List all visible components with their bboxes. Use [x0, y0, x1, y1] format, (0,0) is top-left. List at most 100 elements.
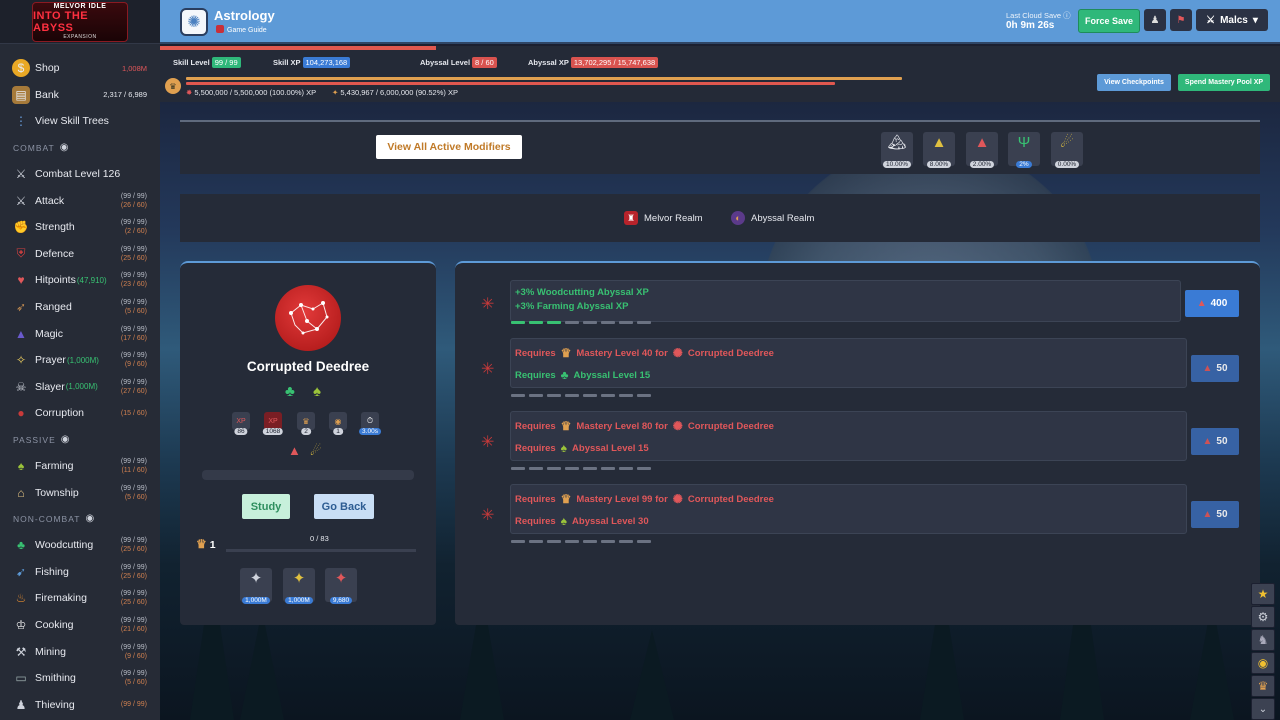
sidebar-item-label: Prayer — [35, 354, 66, 367]
game-guide-link[interactable]: Game Guide — [216, 25, 267, 34]
potion-button[interactable]: ♟ — [1144, 9, 1166, 31]
settings-button[interactable]: ⚙ — [1251, 606, 1275, 628]
trophy-icon: ♛ — [1257, 679, 1269, 693]
passive-skill-list: ♠ Farming (99 / 99) (11 / 60) ⌂ Township (99 /… — [0, 453, 160, 506]
pet-button[interactable]: ♞ — [1251, 629, 1275, 651]
view-all-modifiers-button[interactable]: View All Active Modifiers — [376, 135, 522, 159]
passive-header[interactable]: PASSIVE ◉ — [0, 427, 160, 453]
sidebar-item-corruption[interactable]: ● Corruption (15 / 60) — [0, 400, 160, 427]
sidebar-item-defence[interactable]: ⛨ Defence (99 / 99) (25 / 60) — [0, 241, 160, 268]
modifier-row: +3% Woodcutting Abyssal XP +3% Farming A… — [510, 280, 1181, 322]
constellation-star-icon: ✳ — [481, 434, 495, 451]
melvor-stardust-item[interactable]: ✦ 1,000M — [240, 568, 272, 604]
sidebar-item-strength[interactable]: ✊ Strength (99 / 99) (2 / 60) — [0, 214, 160, 241]
sidebar-item-combat[interactable]: ⚔ Combat Level 126 — [0, 161, 160, 188]
help-icon[interactable]: ⓘ — [1063, 11, 1071, 20]
eye-icon[interactable]: ◉ — [85, 513, 95, 524]
favourites-button[interactable]: ★ — [1251, 583, 1275, 605]
heart-icon: ♥ — [17, 273, 25, 288]
sprout-icon: ♠ — [17, 459, 25, 474]
sidebar-item-attack[interactable]: ⚔ Attack (99 / 99) (26 / 60) — [0, 187, 160, 214]
stopwatch-icon: ⏱ — [366, 416, 374, 425]
collapse-button[interactable]: ⌄ — [1251, 698, 1275, 720]
spend-mastery-button[interactable]: Spend Mastery Pool XP — [1178, 74, 1270, 91]
sidebar-item-skill-trees[interactable]: ⋮ View Skill Trees — [0, 108, 160, 135]
noncombat-skill-list: ♣ Woodcutting (99 / 99) (25 / 60) ➹ Fishing (9… — [0, 532, 160, 718]
sidebar-item-label: Magic — [35, 327, 64, 340]
noncombat-header[interactable]: NON-COMBAT ◉ — [0, 506, 160, 532]
sidebar-item-bank[interactable]: ▤ Bank 2,317 / 6,989 — [0, 82, 160, 109]
sidebar-item-firemaking[interactable]: ♨ Firemaking (99 / 99) (25 / 60) — [0, 585, 160, 612]
modifier-text: +3% Farming Abyssal XP — [515, 301, 629, 312]
user-menu-button[interactable]: ⚔ Malcs ▾ — [1196, 9, 1268, 31]
abyssal-stardust-icon: ▲ — [288, 443, 301, 458]
sidebar-item-thieving[interactable]: ♟ Thieving (99 / 99) — [0, 691, 160, 718]
upgrade-button[interactable]: ▲ 50 — [1191, 355, 1239, 382]
modifier-double[interactable]: Ψ 2% — [1008, 132, 1040, 168]
sidebar-item-label: Attack — [35, 194, 65, 207]
force-save-button[interactable]: Force Save — [1078, 9, 1140, 33]
abyssal-realm-tab[interactable]: ◐ Abyssal Realm — [731, 211, 814, 225]
modifier-abyssal-xp[interactable]: ▲ 2.00% — [966, 132, 998, 168]
sidebar-item-woodcutting[interactable]: ♣ Woodcutting (99 / 99) (25 / 60) — [0, 532, 160, 559]
completion-button[interactable]: ♛ — [1251, 675, 1275, 697]
skill-levels: (99 / 99) (25 / 60) — [120, 563, 147, 580]
arm-icon: ✊ — [13, 220, 29, 235]
modifier-gold-stardust[interactable]: ▲ 8.00% — [923, 132, 955, 168]
sidebar-item-label: Smithing — [35, 672, 76, 685]
stat-abyssal-xp: XP 1068 — [262, 412, 284, 435]
study-button[interactable]: Study — [242, 494, 290, 519]
mastery-xp-bar — [186, 77, 902, 80]
abyssal-stardust-icon: ▲ — [1196, 298, 1207, 309]
sidebar-item-mining[interactable]: ⚒ Mining (99 / 99) (9 / 60) — [0, 638, 160, 665]
upgrade-button[interactable]: ▲ 400 — [1185, 290, 1239, 317]
skill-levels: (99 / 99) (26 / 60) — [120, 192, 147, 209]
abyssal-stardust-icon: ▲ — [1202, 509, 1213, 520]
sidebar-item-ranged[interactable]: ➶ Ranged (99 / 99) (5 / 60) — [0, 294, 160, 321]
sidebar-item-smithing[interactable]: ▭ Smithing (99 / 99) (5 / 60) — [0, 665, 160, 692]
cloud-save-label: Last Cloud Save — [1006, 11, 1062, 20]
upgrade-button[interactable]: ▲ 50 — [1191, 501, 1239, 528]
page-title: Astrology — [214, 8, 275, 23]
abyssal-stardust-item[interactable]: ✦ 9,680 — [325, 568, 357, 604]
modifier-level-dashes — [511, 394, 651, 397]
sidebar-item-slayer[interactable]: ☠ Slayer (1,000M) (99 / 99) (27 / 60) — [0, 374, 160, 401]
sidebar-item-prayer[interactable]: ✧ Prayer (1,000M) (99 / 99) (9 / 60) — [0, 347, 160, 374]
notification-button[interactable]: ⚑ — [1170, 9, 1192, 31]
logo-line2: INTO THE ABYSS — [33, 10, 89, 34]
eye-icon[interactable]: ◉ — [61, 434, 71, 445]
sidebar-item-township[interactable]: ⌂ Township (99 / 99) (5 / 60) — [0, 479, 160, 506]
skill-levels: (99 / 99) (25 / 60) — [120, 537, 147, 554]
skill-levels: (99 / 99) (9 / 60) — [120, 643, 147, 660]
view-checkpoints-button[interactable]: View Checkpoints — [1097, 74, 1171, 91]
melvor-realm-tab[interactable]: ♜ Melvor Realm — [624, 211, 703, 225]
modifier-meteor[interactable]: ☄ 0.00% — [1051, 132, 1083, 168]
sidebar-item-farming[interactable]: ♠ Farming (99 / 99) (11 / 60) — [0, 453, 160, 480]
gear-icon: ⚙ — [1257, 610, 1269, 624]
sidebar-item-shop[interactable]: $ Shop 1,008M — [0, 55, 160, 82]
combat-header[interactable]: COMBAT ◉ — [0, 135, 160, 161]
skill-levels: (99 / 99) (11 / 60) — [120, 458, 147, 475]
sidebar-item-fishing[interactable]: ➹ Fishing (99 / 99) (25 / 60) — [0, 559, 160, 586]
skill-levels: (99 / 99) (25 / 60) — [120, 245, 147, 262]
mastery-trophy-icon: ♛ — [165, 78, 181, 94]
sidebar-item-label: Hitpoints — [35, 274, 76, 287]
sidebar-item-cooking[interactable]: ♔ Cooking (99 / 99) (21 / 60) — [0, 612, 160, 639]
sidebar-item-label: Strength — [35, 221, 75, 234]
game-logo[interactable]: MELVOR IDLE INTO THE ABYSS EXPANSION — [0, 0, 160, 44]
trophy-icon: ♛ — [560, 492, 572, 506]
upgrade-button[interactable]: ▲ 50 — [1191, 428, 1239, 455]
golden-stardust-item[interactable]: ✦ 1,000M — [283, 568, 315, 604]
slayer-icon: ☠ — [15, 379, 27, 394]
achievements-button[interactable]: ◉ — [1251, 652, 1275, 674]
eye-icon[interactable]: ◉ — [60, 142, 70, 153]
modifier-melvor-xp[interactable]: 🏔 10.00% — [881, 132, 913, 168]
pickaxe-icon: ⚒ — [15, 644, 27, 659]
sidebar-item-magic[interactable]: ▲ Magic (99 / 99) (17 / 60) — [0, 320, 160, 347]
go-back-button[interactable]: Go Back — [314, 494, 374, 519]
abyssal-level: Abyssal Level 8 / 60 — [420, 57, 497, 68]
skill-levels: (99 / 99) (27 / 60) — [120, 378, 147, 395]
bank-icon: ▤ — [12, 85, 30, 104]
sidebar-item-hitpoints[interactable]: ♥ Hitpoints (47,910) (99 / 99) (23 / 60) — [0, 267, 160, 294]
coin-icon: $ — [12, 59, 30, 78]
